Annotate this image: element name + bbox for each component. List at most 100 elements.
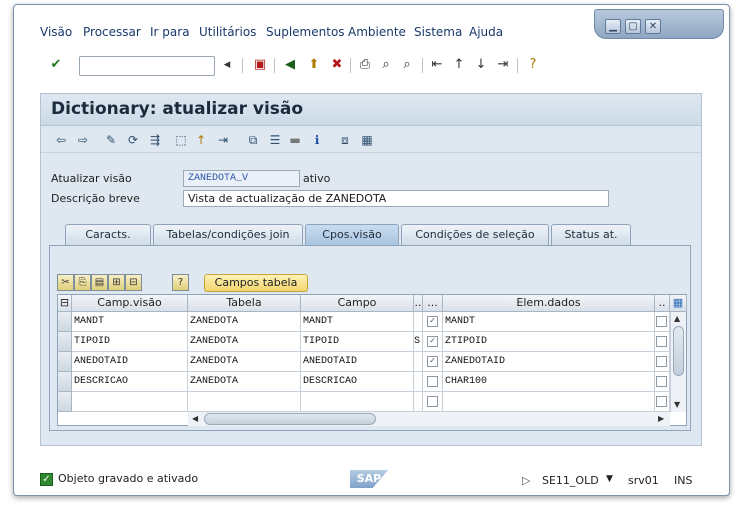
mod-checkbox[interactable]: ✓	[427, 336, 438, 347]
cell-campo[interactable]: ANEDOTAID	[301, 352, 414, 372]
column-header-elem-dados[interactable]: Elem.dados	[443, 295, 655, 312]
cell-elem-dados[interactable]: ZTIPOID	[443, 332, 655, 352]
next-page-icon[interactable]: ↓	[473, 57, 489, 73]
tab-status[interactable]: Status at.	[551, 224, 631, 245]
description-field[interactable]: Vista de actualização de ZANEDOTA	[183, 190, 609, 207]
paste-icon[interactable]: ▤	[91, 274, 108, 291]
input-mode[interactable]: INS	[674, 474, 692, 487]
scroll-right-icon[interactable]: ▶	[658, 414, 664, 423]
print-icon[interactable]: ⎙	[357, 57, 373, 73]
menu-suplementos[interactable]: Suplementos	[266, 25, 345, 39]
other-object-icon[interactable]: ⟳	[125, 132, 141, 148]
row-selector[interactable]	[58, 352, 72, 372]
cell-tabela[interactable]: ZANEDOTA	[188, 372, 301, 392]
row-checkbox[interactable]	[656, 396, 667, 407]
tab-condicoes-selecao[interactable]: Condições de seleção	[401, 224, 549, 245]
mod-checkbox[interactable]	[427, 376, 438, 387]
back-icon[interactable]: ◀	[282, 57, 298, 73]
cell-campo[interactable]	[301, 392, 414, 412]
graphic-icon[interactable]: ⧈	[337, 132, 353, 148]
cell-tabela[interactable]: ZANEDOTA	[188, 332, 301, 352]
row-selector[interactable]	[58, 332, 72, 352]
menu-ir-para[interactable]: Ir para	[150, 25, 190, 39]
row-checkbox[interactable]	[656, 316, 667, 327]
hierarchy-icon[interactable]: ⧉	[245, 132, 261, 148]
forward-arrow-icon[interactable]: ⇨	[75, 132, 91, 148]
column-header-campo[interactable]: Campo	[301, 295, 414, 312]
tab-cpos-visao[interactable]: Cpos.visão	[305, 224, 399, 245]
row-selector[interactable]	[58, 392, 72, 412]
menu-visao[interactable]: Visão	[40, 25, 72, 39]
select-all-icon[interactable]: ⊟	[58, 295, 72, 312]
cancel-icon[interactable]: ✖	[329, 57, 345, 73]
display-change-icon[interactable]: ✎	[103, 132, 119, 148]
status-message[interactable]: Objeto gravado e ativado	[58, 472, 198, 485]
mod-checkbox[interactable]: ✓	[427, 356, 438, 367]
insert-row-icon[interactable]: ⊞	[108, 274, 125, 291]
find-icon[interactable]: ⌕	[378, 57, 394, 73]
column-header-mod[interactable]: ...	[423, 295, 443, 312]
column-header-camp-visao[interactable]: Camp.visão	[72, 295, 188, 312]
system-info-dropdown-icon[interactable]: ▼	[606, 474, 613, 484]
mod-checkbox[interactable]	[427, 396, 438, 407]
command-field[interactable]	[79, 56, 215, 76]
cell-elem-dados[interactable]: ZANEDOTAID	[443, 352, 655, 372]
menu-utilitarios[interactable]: Utilitários	[199, 25, 256, 39]
tab-caracts[interactable]: Caracts.	[65, 224, 151, 245]
menu-ajuda[interactable]: Ajuda	[469, 25, 503, 39]
status-expand-icon[interactable]: ▷	[522, 474, 530, 487]
where-used-icon[interactable]: ⬚	[173, 132, 189, 148]
cell-tabela[interactable]: ZANEDOTA	[188, 312, 301, 332]
cell-campo[interactable]: TIPOID	[301, 332, 414, 352]
scroll-up-icon[interactable]: ▲	[674, 314, 680, 323]
copy-icon[interactable]: ⎘	[74, 274, 91, 291]
column-header-flag[interactable]: ..	[414, 295, 423, 312]
cell-campo[interactable]: DESCRICAO	[301, 372, 414, 392]
scroll-left-icon[interactable]: ◀	[192, 414, 198, 423]
find-next-icon[interactable]: ⌕	[399, 57, 415, 73]
info-icon[interactable]: ℹ	[309, 132, 325, 148]
table-contents-icon[interactable]: ▦	[359, 132, 375, 148]
minimize-button[interactable]: ▁	[605, 19, 621, 34]
prev-page-icon[interactable]: ↑	[451, 57, 467, 73]
back-arrow-icon[interactable]: ⇦	[53, 132, 69, 148]
cell-camp-visao[interactable]: ANEDOTAID	[72, 352, 188, 372]
column-config-icon[interactable]: ▦	[670, 295, 687, 312]
cell-camp-visao[interactable]	[72, 392, 188, 412]
cell-camp-visao[interactable]: TIPOID	[72, 332, 188, 352]
menu-processar[interactable]: Processar	[83, 25, 141, 39]
row-checkbox[interactable]	[656, 356, 667, 367]
close-button[interactable]: ✕	[645, 19, 661, 34]
scroll-down-icon[interactable]: ▼	[674, 400, 680, 409]
row-checkbox[interactable]	[656, 376, 667, 387]
exit-icon[interactable]: ⬆	[306, 57, 322, 73]
column-header-tabela[interactable]: Tabela	[188, 295, 301, 312]
campos-tabela-button[interactable]: Campos tabela	[204, 274, 308, 292]
delete-row-icon[interactable]: ⊟	[125, 274, 142, 291]
enter-check-icon[interactable]: ✔	[48, 57, 64, 73]
column-header-extra[interactable]: ..	[655, 295, 670, 312]
cell-elem-dados[interactable]	[443, 392, 655, 412]
cell-camp-visao[interactable]: MANDT	[72, 312, 188, 332]
row-checkbox[interactable]	[656, 336, 667, 347]
save-icon[interactable]: ▣	[252, 57, 268, 73]
horizontal-scrollbar[interactable]: ◀ ▶	[188, 411, 670, 426]
cell-tabela[interactable]	[188, 392, 301, 412]
tab-tabelas-join[interactable]: Tabelas/condições join	[153, 224, 303, 245]
cell-tabela[interactable]: ZANEDOTA	[188, 352, 301, 372]
view-name-field[interactable]: ZANEDOTA_V	[183, 170, 300, 187]
cell-campo[interactable]: MANDT	[301, 312, 414, 332]
last-page-icon[interactable]: ⇥	[495, 57, 511, 73]
cell-camp-visao[interactable]: DESCRICAO	[72, 372, 188, 392]
activate-icon[interactable]: ⇶	[147, 132, 163, 148]
row-selector[interactable]	[58, 372, 72, 392]
menu-ambiente[interactable]: Ambiente	[348, 25, 406, 39]
mod-checkbox[interactable]: ✓	[427, 316, 438, 327]
vertical-scroll-thumb[interactable]	[673, 326, 684, 376]
cell-elem-dados[interactable]: CHAR100	[443, 372, 655, 392]
help-icon[interactable]: ?	[525, 57, 541, 73]
search-help-icon[interactable]: ?	[172, 274, 189, 291]
first-page-icon[interactable]: ⇤	[429, 57, 445, 73]
object-list-icon[interactable]: ☰	[267, 132, 283, 148]
vertical-scrollbar[interactable]: ▲ ▼	[670, 312, 686, 412]
